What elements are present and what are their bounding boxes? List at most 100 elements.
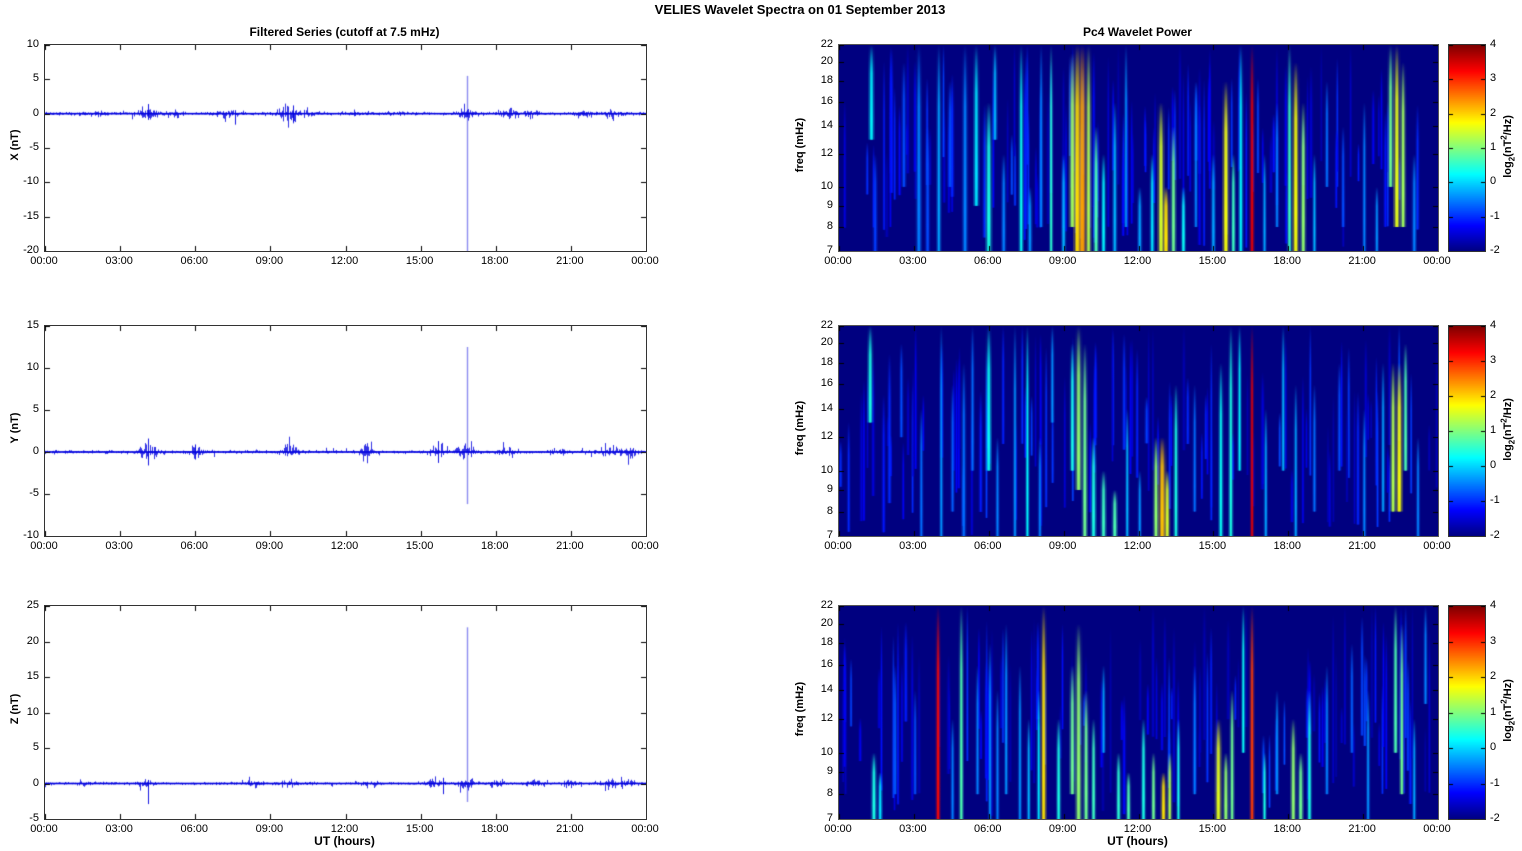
tick-label: 12:00	[330, 823, 359, 835]
tick-label: 03:00	[105, 823, 133, 835]
tick-label: -2	[1490, 244, 1500, 256]
right-column-title: Pc4 Wavelet Power	[1083, 25, 1192, 39]
tick-label: 12:00	[330, 255, 359, 267]
tick-label: -5	[29, 487, 39, 499]
tick-label: 8	[826, 787, 833, 800]
z-series-plot	[44, 605, 647, 820]
y-wavelet-spectrogram	[838, 325, 1439, 537]
tick-label: 16	[820, 95, 833, 108]
tick-label: 21:00	[556, 255, 584, 267]
tick-label: 00:00	[631, 255, 659, 267]
tick-label: 10	[26, 705, 39, 718]
tick-label: 16	[820, 658, 833, 671]
tick-label: 14	[820, 683, 833, 696]
left-column-title: Filtered Series (cutoff at 7.5 mHz)	[249, 25, 440, 39]
tick-label: 18:00	[1273, 823, 1302, 835]
tick-label: 21:00	[1348, 823, 1376, 835]
tick-label: -1	[1490, 494, 1500, 506]
tick-label: 10	[820, 745, 833, 758]
colorbar-z	[1448, 605, 1486, 820]
tick-label: 09:00	[255, 823, 284, 835]
tick-label: 09:00	[255, 255, 284, 267]
tick-label: 5	[32, 403, 39, 415]
tick-label: 09:00	[1048, 823, 1077, 835]
tick-label: 2	[1490, 106, 1497, 119]
tick-label: 00:00	[30, 255, 58, 267]
tick-label: 00:00	[1423, 540, 1451, 552]
tick-label: 15	[26, 319, 39, 331]
tick-label: 4	[1490, 599, 1497, 611]
tick-label: 00:00	[631, 540, 659, 552]
tick-label: 2	[1490, 389, 1497, 401]
tick-label: 10	[26, 361, 39, 373]
tick-label: 18:00	[480, 823, 509, 835]
tick-label: 15	[26, 670, 39, 682]
tick-label: -2	[1490, 812, 1500, 824]
tick-label: 06:00	[973, 823, 1002, 835]
tick-label: 9	[826, 482, 833, 495]
tick-label: 15:00	[1198, 540, 1227, 552]
tick-label: -1	[1490, 209, 1500, 222]
tick-label: 22	[820, 319, 833, 331]
tick-label: 18	[820, 636, 833, 649]
tick-label: 12	[820, 430, 833, 443]
tick-label: 8	[826, 219, 833, 232]
tick-label: 21:00	[1348, 255, 1376, 267]
figure-title: VELIES Wavelet Spectra on 01 September 2…	[654, 2, 946, 17]
tick-label: 3	[1490, 634, 1497, 647]
tick-label: 00:00	[824, 823, 852, 835]
tick-label: 10	[820, 179, 833, 192]
tick-label: -5	[29, 141, 39, 153]
tick-label: 0	[32, 776, 39, 789]
tick-label: 12	[820, 711, 833, 724]
tick-label: 09:00	[1048, 540, 1077, 552]
tick-label: 03:00	[105, 540, 133, 552]
tick-label: 03:00	[899, 540, 927, 552]
x-wavelet-spectrogram	[838, 44, 1439, 252]
tick-label: 18	[820, 355, 833, 368]
tick-label: 18:00	[1273, 540, 1302, 552]
tick-label: 12:00	[1123, 823, 1152, 835]
tick-label: 0	[1490, 175, 1497, 188]
tick-label: 1	[1490, 141, 1497, 153]
tick-label: -15	[23, 209, 39, 222]
y-series-plot	[44, 325, 647, 537]
tick-label: 4	[1490, 38, 1497, 50]
tick-label: 5	[32, 741, 39, 753]
tick-label: 2	[1490, 670, 1497, 682]
tick-label: 00:00	[1423, 255, 1451, 267]
tick-label: 16	[820, 377, 833, 390]
tick-label: 06:00	[973, 540, 1002, 552]
tick-label: -2	[1490, 529, 1500, 541]
tick-label: 00:00	[631, 823, 659, 835]
ut-hours-label-left: UT (hours)	[314, 834, 375, 848]
tick-label: 25	[26, 599, 39, 611]
tick-label: 18:00	[480, 540, 509, 552]
tick-label: 18:00	[1273, 255, 1302, 267]
tick-label: -1	[1490, 776, 1500, 789]
tick-label: 22	[820, 599, 833, 611]
z-wavelet-spectrogram	[838, 605, 1439, 820]
tick-label: 22	[820, 38, 833, 50]
tick-label: 10	[820, 463, 833, 476]
tick-label: 20	[820, 616, 833, 629]
tick-label: 21:00	[556, 540, 584, 552]
tick-label: 15:00	[405, 540, 434, 552]
tick-label: 9	[826, 765, 833, 778]
tick-label: 03:00	[105, 255, 133, 267]
tick-label: 00:00	[30, 540, 58, 552]
tick-label: -10	[23, 175, 39, 188]
tick-label: 12	[820, 147, 833, 160]
tick-label: 15:00	[405, 255, 434, 267]
tick-label: 15:00	[1198, 255, 1227, 267]
tick-label: 00:00	[824, 540, 852, 552]
tick-label: 21:00	[1348, 540, 1376, 552]
tick-label: 0	[32, 445, 39, 457]
tick-label: 18:00	[480, 255, 509, 267]
tick-label: 03:00	[899, 255, 927, 267]
tick-label: 12:00	[330, 540, 359, 552]
x-series-plot	[44, 44, 647, 252]
colorbar-x	[1448, 44, 1486, 252]
tick-label: 00:00	[1423, 823, 1451, 835]
tick-label: 09:00	[255, 540, 284, 552]
